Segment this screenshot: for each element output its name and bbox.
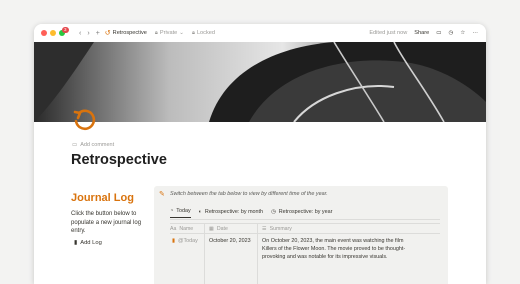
column-header-date[interactable]: ▦ Date [209, 226, 228, 232]
tab-divider [170, 219, 440, 220]
cover-image [34, 42, 486, 122]
lock-icon: 🔒︎ [191, 29, 195, 36]
table-row-date-cell[interactable]: October 20, 2023 [209, 237, 251, 245]
comments-icon[interactable]: ▭ [436, 30, 441, 36]
new-page-plus-icon[interactable]: + [96, 30, 100, 37]
locked-label: Locked [196, 30, 215, 36]
callout-block: ✎ Switch between the tab below to view b… [154, 186, 448, 284]
tab-label: Retrospective: by year [278, 208, 333, 215]
monstera-leaf-image [34, 42, 486, 122]
close-window-button[interactable] [41, 30, 47, 36]
tab-label: Retrospective: by month [204, 208, 264, 215]
column-divider [204, 223, 205, 284]
title-bar: 3 ‹ › + ↺ Retrospective 🔒︎ Private ⌄ 🔒︎ … [34, 24, 486, 42]
share-button[interactable]: Share [414, 30, 429, 36]
breadcrumb-page-name: Retrospective [112, 30, 147, 36]
row-name: @Today [177, 238, 198, 244]
journal-log-heading: Journal Log [71, 192, 134, 204]
more-options-icon[interactable]: ··· [472, 30, 478, 36]
lock-outline-icon: 🔒︎ [154, 29, 158, 36]
tab-label: Today [176, 208, 191, 214]
text-type-icon: Aa [170, 226, 177, 232]
chevron-down-icon: ⌄ [179, 30, 184, 36]
bookmark-icon: ▮ [172, 238, 175, 244]
column-header-summary[interactable]: ☰ Summary [262, 226, 292, 232]
calendar-icon: ▦ [209, 226, 214, 232]
minimize-window-button[interactable] [50, 30, 56, 36]
title-bar-actions: Edited just now Share ▭ ◷ ☆ ··· [369, 24, 478, 42]
text-lines-icon: ☰ [262, 226, 267, 232]
table-row-name-cell[interactable]: ▮ @Today [172, 237, 198, 245]
add-log-label: Add Log [80, 240, 102, 246]
retrospective-page-icon: ↺ [104, 30, 111, 37]
table-row-summary-cell[interactable]: On October 20, 2023, the main event was … [262, 237, 412, 261]
header-row-border [170, 233, 440, 234]
tab-today[interactable]: ◔ Today [170, 208, 191, 218]
locked-status[interactable]: 🔒︎ Locked [192, 30, 215, 37]
tab-by-month[interactable]: ◐ Retrospective: by month [199, 208, 263, 218]
table-top-border [170, 223, 440, 224]
history-icon: ◷ [271, 208, 276, 215]
favorite-star-icon[interactable]: ☆ [460, 30, 465, 36]
column-label: Summary [269, 226, 292, 232]
column-label: Date [216, 226, 228, 232]
privacy-status[interactable]: 🔒︎ Private ⌄ [155, 30, 184, 37]
add-comment-button[interactable]: ▭ Add comment [72, 142, 114, 148]
moon-icon: ◐ [198, 208, 202, 215]
breadcrumb[interactable]: ↺ Retrospective [105, 29, 147, 37]
privacy-label: Private [159, 30, 178, 36]
column-divider [257, 223, 258, 284]
today-clock-icon: ◔ [170, 208, 174, 214]
updates-clock-icon[interactable]: ◷ [449, 30, 454, 36]
add-comment-label: Add comment [80, 142, 115, 148]
bookmark-icon: ▮ [74, 240, 78, 246]
pencil-edit-icon: ✎ [159, 191, 165, 198]
callout-text: Switch between the tab below to view by … [170, 191, 328, 197]
add-log-button[interactable]: ▮ Add Log [74, 240, 102, 246]
back-arrow-icon[interactable]: ‹ [79, 30, 81, 37]
page-title[interactable]: Retrospective [71, 152, 167, 168]
comment-icon: ▭ [72, 142, 78, 148]
journal-log-description: Click the button below to populate a new… [71, 211, 142, 234]
notification-badge: 3 [62, 27, 69, 33]
column-header-name[interactable]: Aa Name [170, 226, 193, 232]
view-tabs: ◔ Today ◐ Retrospective: by month ◷ Retr… [170, 208, 332, 218]
tab-by-year[interactable]: ◷ Retrospective: by year [271, 208, 332, 218]
notion-window: 3 ‹ › + ↺ Retrospective 🔒︎ Private ⌄ 🔒︎ … [34, 24, 486, 284]
retrospective-arrow-icon [73, 109, 96, 131]
edited-status: Edited just now [369, 30, 408, 36]
column-label: Name [179, 226, 194, 232]
page-icon[interactable] [72, 108, 96, 132]
forward-arrow-icon[interactable]: › [87, 30, 89, 37]
